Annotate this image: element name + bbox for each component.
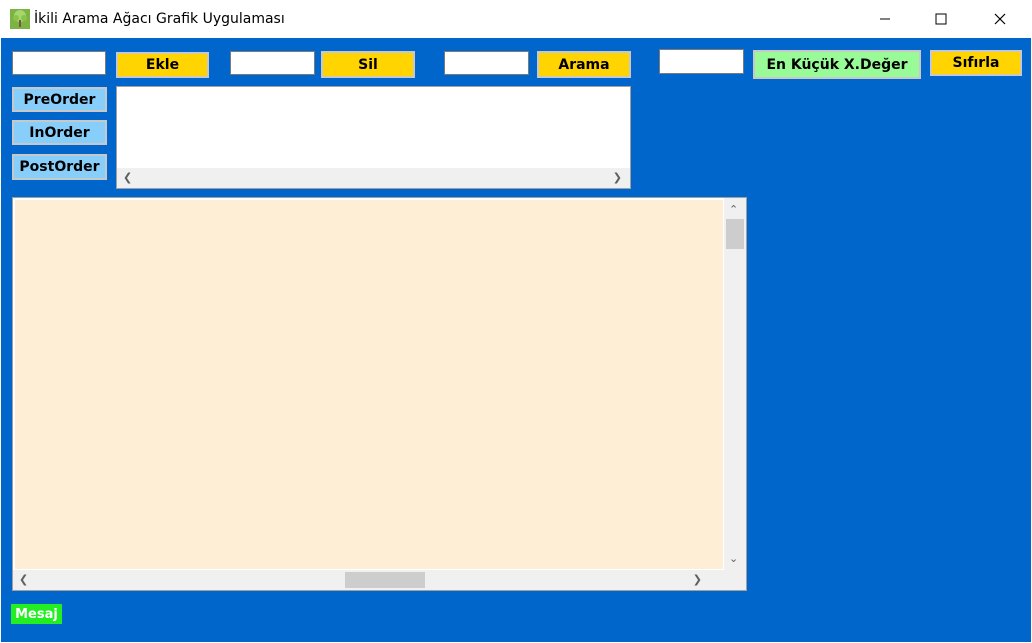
preorder-button[interactable]: PreOrder (12, 87, 107, 112)
minimize-icon (880, 18, 890, 20)
close-icon (994, 13, 1006, 25)
scroll-up-icon[interactable]: ⌃ (729, 204, 738, 215)
scroll-left-icon[interactable]: ❮ (123, 172, 132, 183)
scroll-down-icon[interactable]: ⌄ (729, 553, 738, 564)
maximize-button[interactable] (918, 0, 964, 38)
search-input[interactable] (444, 51, 529, 75)
min-value-button[interactable]: En Küçük X.Değer (753, 50, 921, 79)
delete-input[interactable] (230, 51, 315, 75)
tree-drawing-area[interactable] (15, 200, 723, 569)
close-button[interactable] (977, 0, 1023, 38)
vertical-scroll-thumb[interactable] (726, 219, 744, 249)
window-title: İkili Arama Ağacı Grafik Uygulaması (34, 11, 285, 27)
maximize-icon (935, 13, 947, 25)
min-value-input[interactable] (659, 49, 744, 74)
message-label: Mesaj (11, 604, 62, 624)
canvas-horizontal-scrollbar[interactable]: ❮ ❯ (13, 570, 724, 590)
horizontal-scroll-thumb[interactable] (345, 572, 425, 588)
tree-icon (10, 9, 30, 29)
scroll-right-icon[interactable]: ❯ (693, 574, 702, 585)
insert-button[interactable]: Ekle (116, 52, 209, 78)
search-button[interactable]: Arama (537, 51, 631, 78)
scrollbar-corner (724, 570, 746, 590)
scroll-right-icon[interactable]: ❯ (613, 172, 622, 183)
output-horizontal-scrollbar[interactable]: ❮ ❯ (117, 168, 630, 188)
canvas-vertical-scrollbar[interactable]: ⌃ ⌄ (724, 198, 746, 570)
insert-input[interactable] (12, 51, 106, 75)
reset-button[interactable]: Sıfırla (930, 50, 1022, 76)
scroll-left-icon[interactable]: ❮ (19, 574, 28, 585)
postorder-button[interactable]: PostOrder (12, 154, 107, 180)
tree-canvas-panel[interactable]: ⌃ ⌄ ❮ ❯ (12, 197, 747, 591)
minimize-button[interactable] (862, 0, 908, 38)
inorder-button[interactable]: InOrder (12, 120, 107, 145)
title-bar: İkili Arama Ağacı Grafik Uygulaması (0, 0, 1032, 38)
delete-button[interactable]: Sil (321, 51, 415, 78)
traversal-output-list[interactable]: ❮ ❯ (116, 86, 631, 189)
main-panel: Ekle Sil Arama En Küçük X.Değer Sıfırla … (1, 38, 1031, 642)
